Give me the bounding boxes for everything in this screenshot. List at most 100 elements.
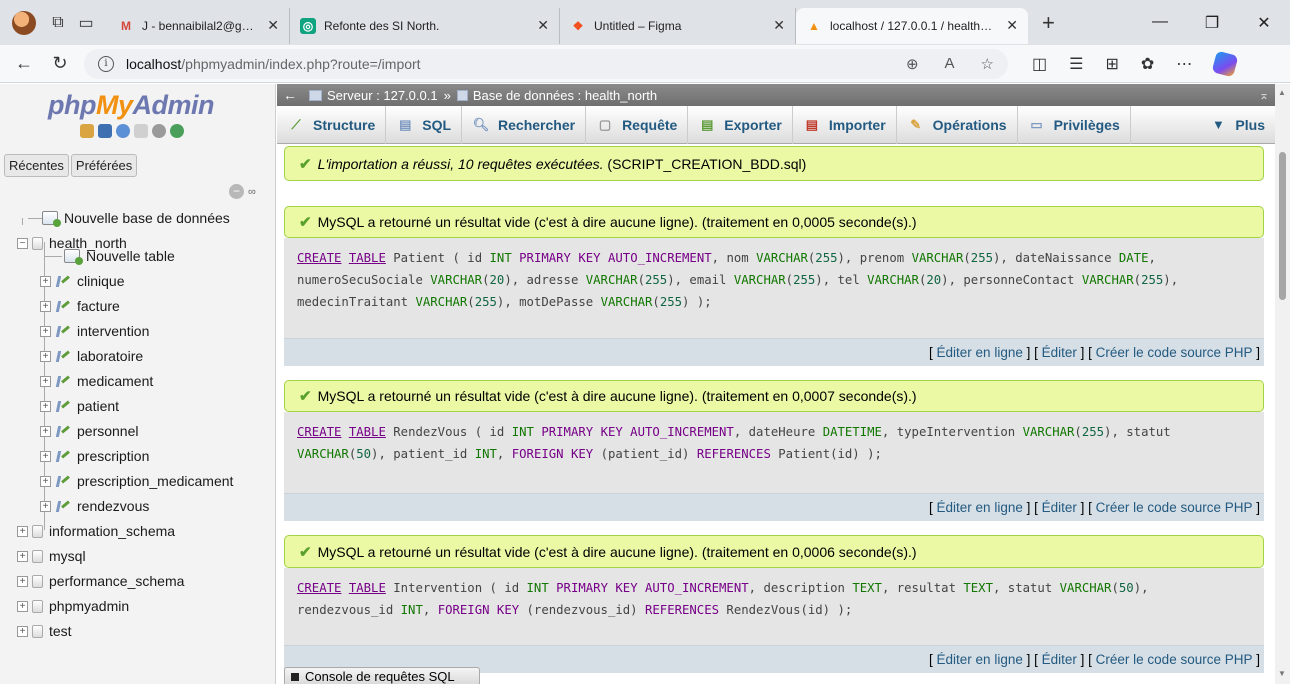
close-icon[interactable]: ✕ <box>773 17 785 34</box>
tab-operations[interactable]: ✎ Opérations <box>897 105 1018 144</box>
expand-toggle-icon[interactable]: + <box>40 275 51 287</box>
workspaces-icon[interactable]: ⧉ <box>44 9 72 37</box>
collapse-all-icon[interactable]: − <box>229 184 244 199</box>
collapse-top-icon[interactable]: ⌅ <box>1259 88 1269 102</box>
tree-table[interactable]: + intervention <box>40 319 149 343</box>
close-icon[interactable]: ✕ <box>267 17 279 34</box>
tab-sql[interactable]: ▤ SQL <box>386 105 463 144</box>
tab-structure[interactable]: ⟋ Structure <box>277 105 387 144</box>
favorites-list-icon[interactable]: ☰ <box>1069 54 1083 74</box>
scrollbar-thumb[interactable] <box>1279 152 1286 300</box>
tab-more[interactable]: ▼ Plus <box>1199 106 1275 144</box>
inline-edit-link[interactable]: Éditer en ligne <box>937 500 1023 515</box>
tree-table[interactable]: + facture <box>40 294 120 318</box>
tree-database[interactable]: + information_schema <box>17 519 175 543</box>
reload-icon[interactable]: ↻ <box>42 53 78 74</box>
close-window-icon[interactable]: ✕ <box>1238 13 1290 33</box>
close-icon[interactable]: ✕ <box>1006 17 1018 34</box>
breadcrumb-server[interactable]: Serveur : 127.0.0.1 <box>327 88 438 103</box>
expand-toggle-icon[interactable]: + <box>40 500 51 512</box>
expand-toggle-icon[interactable]: + <box>40 425 51 437</box>
docs-icon[interactable] <box>134 124 148 138</box>
tab-export[interactable]: ▤ Exporter <box>688 105 793 144</box>
tree-table[interactable]: + laboratoire <box>40 344 143 368</box>
favorite-tables-button[interactable]: Préférées <box>70 154 138 177</box>
tree-table[interactable]: + prescription <box>40 444 149 468</box>
expand-toggle-icon[interactable]: + <box>40 475 51 487</box>
minimize-icon[interactable]: — <box>1134 13 1186 33</box>
expand-toggle-icon[interactable]: + <box>40 325 51 337</box>
back-arrow-icon[interactable]: ← <box>6 53 42 74</box>
expand-toggle-icon[interactable]: + <box>17 600 28 612</box>
tree-database[interactable]: + mysql <box>17 544 86 568</box>
split-screen-icon[interactable]: ◫ <box>1032 54 1047 74</box>
breadcrumb-database[interactable]: Base de données : health_north <box>473 88 657 103</box>
tree-table[interactable]: + patient <box>40 394 119 418</box>
expand-toggle-icon[interactable]: + <box>40 400 51 412</box>
tab-privileges[interactable]: ▭ Privilèges <box>1018 105 1131 144</box>
settings-gear-icon[interactable] <box>152 124 166 138</box>
php-code-link[interactable]: Créer le code source PHP <box>1096 652 1253 667</box>
php-code-link[interactable]: Créer le code source PHP <box>1096 500 1253 515</box>
tree-table[interactable]: + prescription_medicament <box>40 469 233 493</box>
tree-database[interactable]: + performance_schema <box>17 569 184 593</box>
collections-icon[interactable]: ⊞ <box>1105 54 1118 74</box>
read-aloud-icon[interactable]: A <box>945 55 955 73</box>
tree-table[interactable]: + personnel <box>40 419 139 443</box>
expand-toggle-icon[interactable]: + <box>17 525 28 537</box>
tree-table[interactable]: + rendezvous <box>40 494 149 518</box>
recent-tables-button[interactable]: Récentes <box>4 154 69 177</box>
browser-tab-figma[interactable]: ❖ Untitled – Figma ✕ <box>560 7 796 44</box>
expand-toggle-icon[interactable]: + <box>40 350 51 362</box>
phpmyadmin-logo[interactable]: phpMyAdmin <box>48 90 214 121</box>
site-info-icon[interactable]: i <box>98 55 114 72</box>
expand-toggle-icon[interactable]: + <box>40 450 51 462</box>
tab-actions-icon[interactable]: ▭ <box>72 9 100 37</box>
expand-toggle-icon[interactable]: + <box>40 300 51 312</box>
php-code-link[interactable]: Créer le code source PHP <box>1096 345 1253 360</box>
restore-icon[interactable]: ❐ <box>1186 13 1238 33</box>
tree-table[interactable]: + clinique <box>40 269 124 293</box>
extensions-icon[interactable]: ✿ <box>1141 54 1154 74</box>
link-with-main-icon[interactable]: ∞ <box>248 186 256 198</box>
browser-tab-phpmyadmin[interactable]: ▲ localhost / 127.0.0.1 / health_no ✕ <box>796 7 1028 44</box>
home-icon[interactable] <box>80 124 94 138</box>
new-tab-icon[interactable]: + <box>1042 10 1055 36</box>
edit-link[interactable]: Éditer <box>1042 652 1077 667</box>
reload-nav-icon[interactable] <box>170 124 184 138</box>
scroll-down-icon[interactable]: ▼ <box>1278 669 1286 678</box>
collapse-toggle-icon[interactable]: − <box>17 237 28 249</box>
tree-table[interactable]: + medicament <box>40 369 153 393</box>
expand-toggle-icon[interactable]: + <box>17 625 28 637</box>
inline-edit-link[interactable]: Éditer en ligne <box>937 652 1023 667</box>
sql-console-toggle[interactable]: Console de requêtes SQL <box>284 667 480 684</box>
more-menu-icon[interactable]: ⋯ <box>1176 54 1192 74</box>
browser-tab-chatgpt[interactable]: ◎ Refonte des SI North. ✕ <box>290 7 560 44</box>
profile-avatar[interactable] <box>12 10 36 35</box>
scroll-up-icon[interactable]: ▲ <box>1278 88 1286 97</box>
tree-new-database[interactable]: Nouvelle base de données <box>42 206 230 230</box>
browser-tab-gmail[interactable]: M J - bennaibilal2@gmail.com - G ✕ <box>108 7 290 44</box>
expand-toggle-icon[interactable]: + <box>17 550 28 562</box>
tree-database[interactable]: + test <box>17 619 72 643</box>
copilot-icon[interactable] <box>1211 50 1239 77</box>
tab-import[interactable]: ▤ Importer <box>793 105 897 144</box>
tree-new-table[interactable]: Nouvelle table <box>64 244 175 268</box>
zoom-icon[interactable]: ⊕ <box>906 55 919 73</box>
tab-search[interactable]: 🔍︎ Rechercher <box>462 105 587 144</box>
edit-link[interactable]: Éditer <box>1042 500 1077 515</box>
close-icon[interactable]: ✕ <box>537 17 549 34</box>
url-field[interactable]: i localhost /phpmyadmin/index.php?route=… <box>84 48 1008 79</box>
help-icon[interactable] <box>116 124 130 138</box>
favorite-star-icon[interactable]: ☆ <box>981 55 994 73</box>
collapse-nav-arrow-icon[interactable]: ← <box>283 87 297 103</box>
expand-toggle-icon[interactable]: + <box>40 375 51 387</box>
logout-icon[interactable] <box>98 124 112 138</box>
tree-database[interactable]: + phpmyadmin <box>17 594 129 618</box>
page-scrollbar[interactable]: ▲ ▼ <box>1275 84 1290 684</box>
inline-edit-link[interactable]: Éditer en ligne <box>937 345 1023 360</box>
privileges-icon: ▭ <box>1030 116 1043 132</box>
tab-query[interactable]: ▢ Requête <box>586 105 689 144</box>
edit-link[interactable]: Éditer <box>1042 345 1077 360</box>
expand-toggle-icon[interactable]: + <box>17 575 28 587</box>
